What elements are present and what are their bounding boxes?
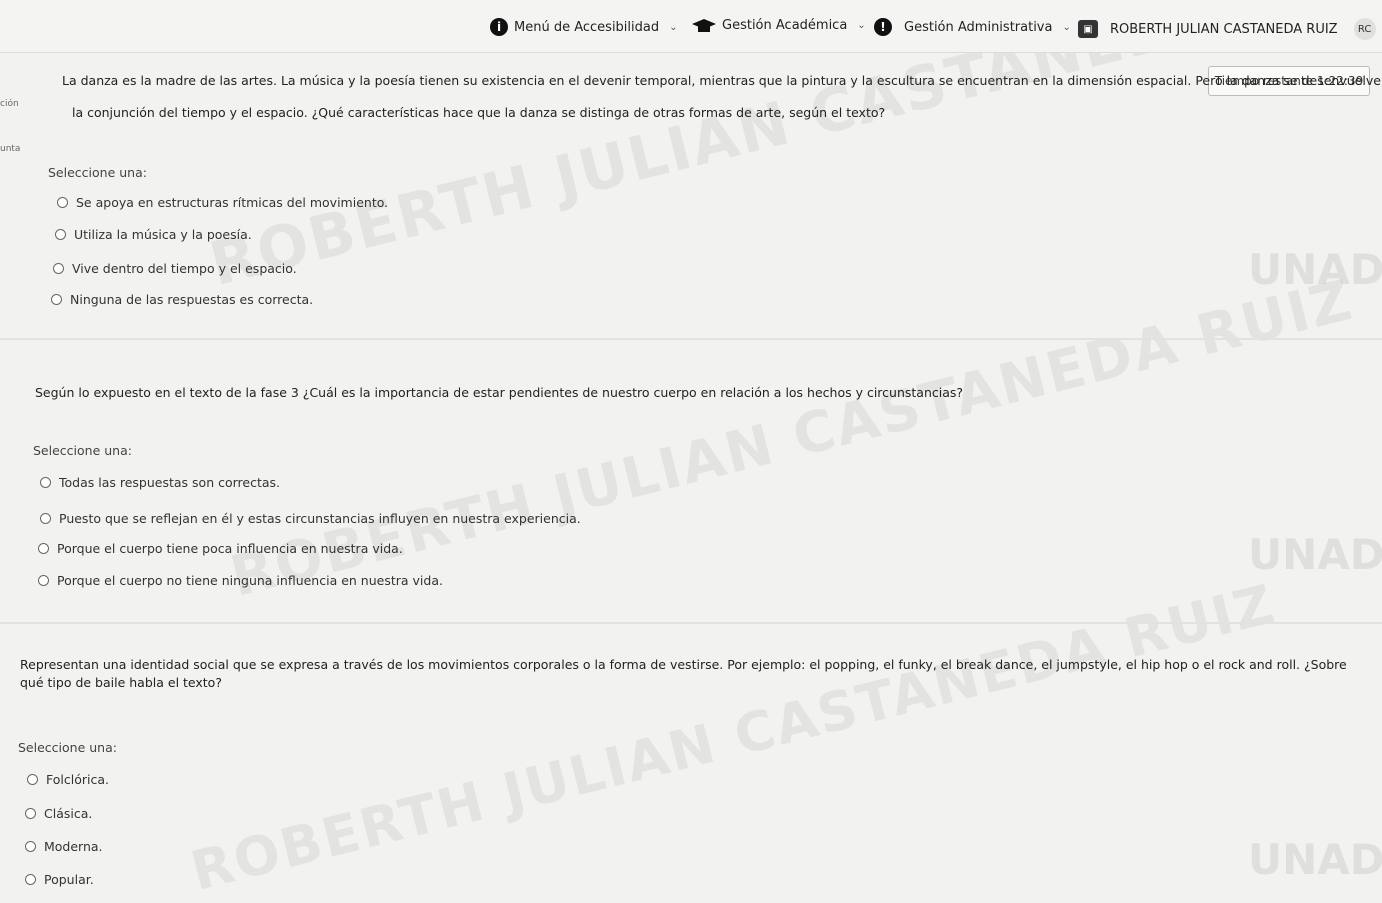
question-3-text-line-2: qué tipo de baile habla el texto? xyxy=(20,675,222,690)
academic-menu[interactable]: Gestión Académica ⌄ xyxy=(692,18,866,33)
radio-button[interactable] xyxy=(53,263,64,274)
watermark: ROBERTH JULIAN CASTANEDA RUIZ xyxy=(224,267,1360,610)
unad-logo: UNAD xyxy=(1248,835,1382,884)
radio-button[interactable] xyxy=(25,874,36,885)
avatar: RC xyxy=(1353,18,1376,40)
option-label: Folclórica. xyxy=(46,772,109,787)
question-1-text-line-2: la conjunción del tiempo y el espacio. ¿… xyxy=(72,105,886,120)
option-label: Moderna. xyxy=(44,839,103,854)
radio-button[interactable] xyxy=(25,808,36,819)
radio-button[interactable] xyxy=(57,197,68,208)
question-1-option-b[interactable]: Utiliza la música y la poesía. xyxy=(55,227,252,242)
option-label: Puesto que se reflejan en él y estas cir… xyxy=(59,511,581,526)
question-3-text-line-1: Representan una identidad social que se … xyxy=(20,657,1347,672)
question-1-select-label: Seleccione una: xyxy=(48,165,147,180)
question-2-select-label: Seleccione una: xyxy=(33,443,132,458)
admin-menu-label: Gestión Administrativa xyxy=(904,19,1053,35)
unad-logo: UNAD xyxy=(1248,530,1382,579)
option-label: Clásica. xyxy=(44,806,93,821)
question-2-option-a[interactable]: Todas las respuestas son correctas. xyxy=(40,475,280,490)
radio-button[interactable] xyxy=(51,294,62,305)
question-1-text: La danza es la madre de las artes. La mú… xyxy=(62,72,1382,90)
question-1-option-a[interactable]: Se apoya en estructuras rítmicas del mov… xyxy=(57,195,388,210)
chevron-down-icon: ⌄ xyxy=(669,21,678,33)
question-2-option-c[interactable]: Porque el cuerpo tiene poca influencia e… xyxy=(38,541,403,556)
question-1-option-d[interactable]: Ninguna de las respuestas es correcta. xyxy=(51,292,313,307)
radio-button[interactable] xyxy=(25,841,36,852)
question-divider xyxy=(0,622,1382,624)
option-label: Porque el cuerpo no tiene ninguna influe… xyxy=(57,573,443,588)
accessibility-menu[interactable]: i Menú de Accesibilidad ⌄ xyxy=(490,18,678,36)
info-icon: i xyxy=(490,18,508,36)
question-1-option-c[interactable]: Vive dentro del tiempo y el espacio. xyxy=(53,261,297,276)
radio-button[interactable] xyxy=(38,575,49,586)
question-2-option-b[interactable]: Puesto que se reflejan en él y estas cir… xyxy=(40,511,581,526)
top-navbar: i Menú de Accesibilidad ⌄ Gestión Académ… xyxy=(0,0,1382,53)
radio-button[interactable] xyxy=(27,774,38,785)
user-card-icon: ▣ xyxy=(1078,20,1098,38)
question-3-option-c[interactable]: Moderna. xyxy=(25,839,103,854)
question-divider xyxy=(0,338,1382,340)
radio-button[interactable] xyxy=(55,229,66,240)
question-2-option-d[interactable]: Porque el cuerpo no tiene ninguna influe… xyxy=(38,573,443,588)
question-3-option-b[interactable]: Clásica. xyxy=(25,806,92,821)
user-menu[interactable]: ▣ ROBERTH JULIAN CASTANEDA RUIZ RC xyxy=(1078,18,1376,40)
chevron-down-icon: ⌄ xyxy=(857,20,866,31)
question-1-line-1: La danza es la madre de las artes. La mú… xyxy=(62,73,1382,88)
radio-button[interactable] xyxy=(38,543,49,554)
question-3-select-label: Seleccione una: xyxy=(18,740,117,755)
user-name: ROBERTH JULIAN CASTANEDA RUIZ xyxy=(1110,21,1338,37)
radio-button[interactable] xyxy=(40,477,51,488)
unad-logo: UNAD xyxy=(1248,245,1382,294)
question-nav-fragment: ción xyxy=(0,99,19,109)
option-label: Todas las respuestas son correctas. xyxy=(59,475,281,490)
question-3-option-a[interactable]: Folclórica. xyxy=(27,772,109,787)
option-label: Ninguna de las respuestas es correcta. xyxy=(70,292,314,307)
chevron-down-icon: ⌄ xyxy=(1062,21,1071,33)
question-nav-fragment: unta xyxy=(0,144,21,154)
graduation-cap-icon xyxy=(692,18,716,32)
question-3-option-d[interactable]: Popular. xyxy=(25,872,94,887)
option-label: Se apoya en estructuras rítmicas del mov… xyxy=(76,195,389,210)
option-label: Popular. xyxy=(44,872,94,887)
academic-menu-label: Gestión Académica xyxy=(722,18,848,33)
question-2-text: Según lo expuesto en el texto de la fase… xyxy=(35,385,964,400)
admin-icon: ! xyxy=(874,18,892,36)
option-label: Porque el cuerpo tiene poca influencia e… xyxy=(57,541,403,556)
admin-menu[interactable]: ! Gestión Administrativa ⌄ xyxy=(874,18,1071,36)
accessibility-menu-label: Menú de Accesibilidad xyxy=(514,19,660,35)
option-label: Vive dentro del tiempo y el espacio. xyxy=(72,261,297,276)
option-label: Utiliza la música y la poesía. xyxy=(74,227,252,242)
radio-button[interactable] xyxy=(40,513,51,524)
